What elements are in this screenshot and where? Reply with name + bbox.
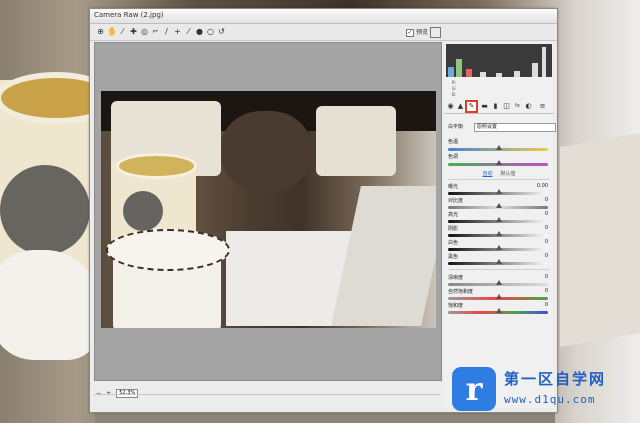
exposure-label: 曝光 bbox=[448, 184, 459, 190]
preview-checkbox[interactable]: ✓ bbox=[406, 28, 414, 37]
highlights-slider[interactable] bbox=[448, 217, 548, 223]
contrast-label: 对比度 bbox=[448, 198, 464, 204]
histogram bbox=[446, 44, 552, 77]
fx-tab-icon[interactable]: fx bbox=[513, 102, 522, 111]
image-canvas[interactable] bbox=[94, 42, 442, 381]
tint-slider[interactable] bbox=[448, 160, 548, 166]
tint-slider-knob[interactable] bbox=[496, 160, 502, 165]
contrast-slider[interactable] bbox=[448, 203, 548, 209]
target-adjust-icon[interactable]: ◎ bbox=[140, 27, 149, 36]
saturation-slider[interactable] bbox=[448, 308, 548, 314]
clarity-value[interactable]: 0 bbox=[545, 274, 548, 280]
auto-link[interactable]: 自动 bbox=[482, 171, 492, 177]
shadows-label: 阴影 bbox=[448, 226, 459, 232]
blacks-slider[interactable] bbox=[448, 259, 548, 265]
presets-tab-icon[interactable]: ≡ bbox=[538, 102, 547, 111]
preview-image bbox=[101, 91, 436, 328]
highlights-value[interactable]: 0 bbox=[545, 211, 548, 217]
basic-tab-icon[interactable]: ◉ bbox=[446, 102, 455, 111]
auto-default-links: 自动 默认值 bbox=[444, 170, 554, 178]
color-sampler-icon[interactable]: ✚ bbox=[129, 27, 138, 36]
divider bbox=[448, 179, 550, 180]
zoom-control: − + 52.3% bbox=[96, 383, 146, 398]
lens-tab-icon[interactable]: ◫ bbox=[502, 102, 511, 111]
whites-slider[interactable] bbox=[448, 245, 548, 251]
temp-label: 色温 bbox=[448, 139, 459, 145]
status-bar bbox=[94, 394, 440, 409]
contrast-value[interactable]: 0 bbox=[545, 197, 548, 203]
temp-slider[interactable] bbox=[448, 145, 548, 151]
default-link[interactable]: 默认值 bbox=[501, 171, 516, 177]
watermark-url: www.d1qu.com bbox=[504, 393, 596, 406]
vibrance-value[interactable]: 0 bbox=[545, 288, 548, 294]
camera-raw-dialog: Camera Raw (2.jpg) ⊕ ✋ ⁄ ✚ ◎ ⌐ / + ⁄ ● ○… bbox=[89, 8, 558, 413]
window-title: Camera Raw (2.jpg) bbox=[94, 11, 164, 19]
detail-tab-icon[interactable]: ✎ bbox=[465, 100, 478, 113]
vibrance-slider[interactable] bbox=[448, 294, 548, 300]
crop-icon[interactable]: ⌐ bbox=[151, 27, 160, 36]
panel-tabs: ◉ ▲ ✎ ▬ ▮ ◫ fx ◐ ≡ bbox=[444, 100, 554, 114]
rotate-icon[interactable]: ↺ bbox=[217, 27, 226, 36]
hsl-tab-icon[interactable]: ▬ bbox=[480, 102, 489, 111]
readout-r: R: bbox=[452, 80, 457, 85]
white-balance-icon[interactable]: ⁄ bbox=[118, 27, 127, 36]
clarity-label: 清晰度 bbox=[448, 275, 464, 281]
straighten-icon[interactable]: / bbox=[162, 27, 171, 36]
background-whipped-cream bbox=[0, 250, 100, 360]
vibrance-label: 自然饱和度 bbox=[448, 289, 474, 295]
split-tone-tab-icon[interactable]: ▮ bbox=[491, 102, 500, 111]
saturation-label: 饱和度 bbox=[448, 303, 464, 309]
camera-cal-tab-icon[interactable]: ◐ bbox=[524, 102, 533, 111]
tint-label: 色调 bbox=[448, 154, 459, 160]
temp-slider-knob[interactable] bbox=[496, 145, 502, 150]
clarity-slider[interactable] bbox=[448, 280, 548, 286]
site-watermark: r 第一区自学网 www.d1qu.com bbox=[448, 359, 638, 415]
preview-label: 预览 bbox=[416, 29, 429, 36]
divider bbox=[448, 269, 550, 270]
fullscreen-icon[interactable] bbox=[430, 27, 441, 38]
spot-removal-icon[interactable]: ⁄ bbox=[184, 27, 193, 36]
white-balance-select[interactable]: 原照设置 bbox=[474, 123, 556, 132]
tool-bar: ⊕ ✋ ⁄ ✚ ◎ ⌐ / + ⁄ ● ○ ↺ ✓ 预览 bbox=[90, 24, 557, 41]
tone-curve-tab-icon[interactable]: ▲ bbox=[456, 102, 465, 111]
white-balance-label: 白平衡 bbox=[448, 124, 464, 130]
rgb-readout: R: G: B: bbox=[446, 79, 552, 97]
highlights-label: 高光 bbox=[448, 212, 459, 218]
watermark-site-name: 第一区自学网 bbox=[504, 370, 607, 388]
shadows-slider[interactable] bbox=[448, 231, 548, 237]
exposure-value[interactable]: 0.00 bbox=[537, 183, 548, 189]
hand-icon[interactable]: ✋ bbox=[107, 27, 117, 36]
whites-value[interactable]: 0 bbox=[545, 239, 548, 245]
preview-toggle[interactable]: ✓ 预览 bbox=[406, 27, 428, 37]
background-magazine bbox=[560, 132, 640, 348]
redeye-icon[interactable]: + bbox=[173, 27, 182, 36]
saturation-value[interactable]: 0 bbox=[545, 302, 548, 308]
graduated-filter-icon[interactable]: ○ bbox=[206, 27, 215, 36]
watermark-logo-icon: r bbox=[452, 367, 496, 411]
readout-b: B: bbox=[452, 92, 457, 97]
blacks-label: 黑色 bbox=[448, 254, 459, 260]
adjust-brush-icon[interactable]: ● bbox=[195, 27, 204, 36]
zoom-icon[interactable]: ⊕ bbox=[96, 27, 105, 36]
exposure-slider[interactable] bbox=[448, 189, 548, 195]
blacks-value[interactable]: 0 bbox=[545, 253, 548, 259]
white-balance-row: 白平衡 原照设置 bbox=[448, 123, 556, 132]
adjustments-panel: R: G: B: ◉ ▲ ✎ ▬ ▮ ◫ fx ◐ ≡ 白平衡 原照设置 色温 … bbox=[444, 42, 556, 408]
whites-label: 白色 bbox=[448, 240, 459, 246]
window-titlebar: Camera Raw (2.jpg) bbox=[90, 9, 557, 24]
shadows-value[interactable]: 0 bbox=[545, 225, 548, 231]
readout-g: G: bbox=[452, 86, 457, 91]
